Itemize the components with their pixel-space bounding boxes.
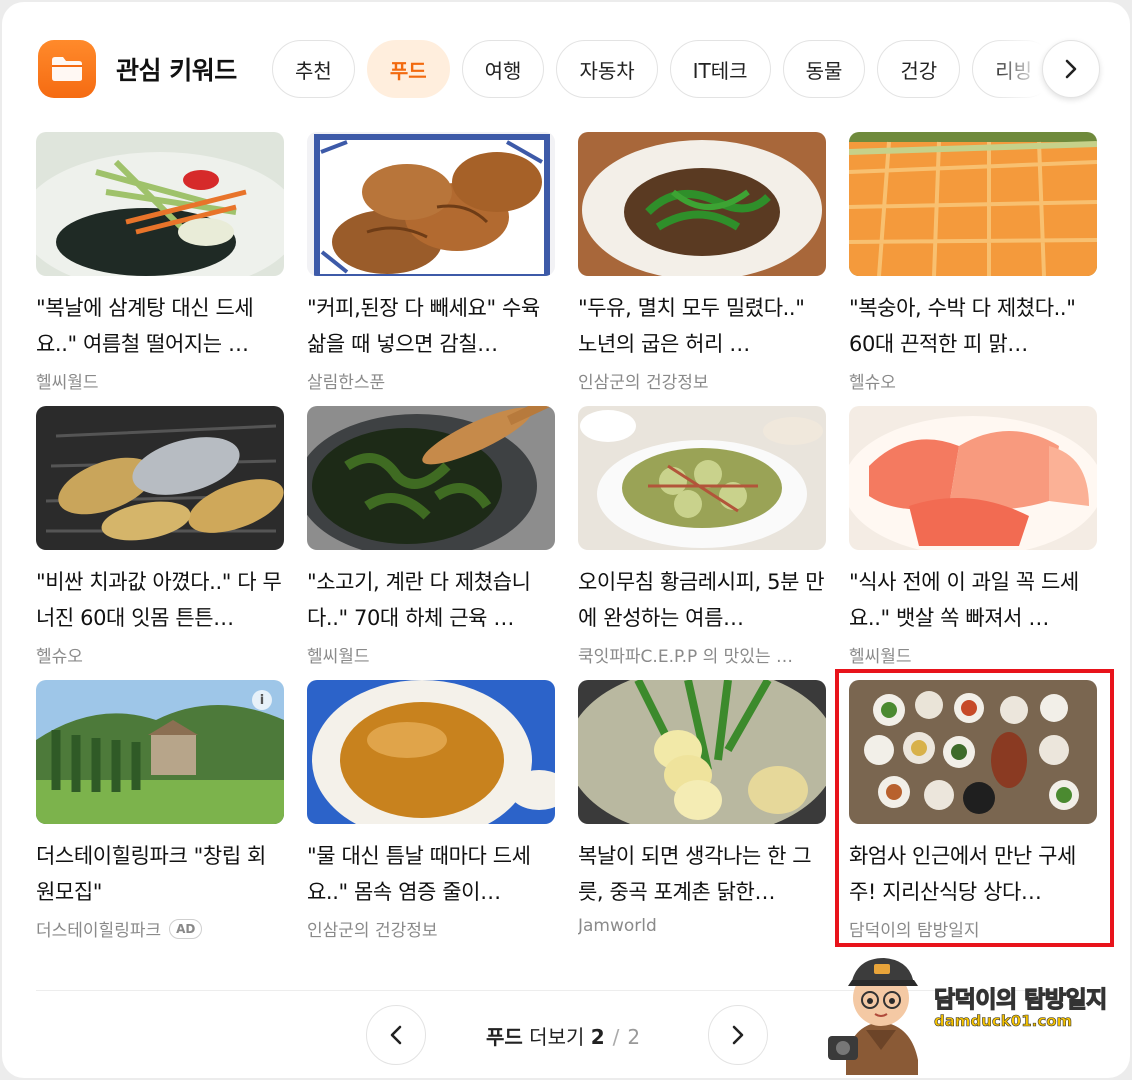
ad-badge: AD (169, 918, 203, 939)
pager-total: 2 (627, 1025, 641, 1049)
tab-health[interactable]: 건강 (877, 40, 961, 98)
article-title[interactable]: 화엄사 인근에서 만난 구세주! 지리산식당 상다… (849, 838, 1097, 910)
watermark-name: 담덕이의 탐방일지 (933, 986, 1107, 1013)
article-card[interactable]: "물 대신 틈날 때마다 드세요.." 몸속 염증 줄이… 인삼군의 건강정보 (307, 680, 555, 941)
article-card[interactable]: "비싼 치과값 아꼈다.." 다 무너진 60대 잇몸 튼튼… 헬슈오 (36, 406, 284, 667)
source-label: Jamworld (578, 916, 657, 936)
source-label: 담덕이의 탐방일지 (849, 921, 980, 941)
source-label: 더스테이힐링파크 (36, 921, 162, 941)
tabs-next-button[interactable] (1042, 40, 1100, 98)
article-source: 헬슈오 (36, 642, 284, 667)
chevron-right-icon (732, 1025, 744, 1045)
source-label: 인삼군의 건강정보 (578, 373, 709, 393)
article-card[interactable]: "커피,된장 다 빼세요" 수육 삶을 때 넣으면 감칠… 살림한스푼 (307, 132, 555, 393)
article-title[interactable]: "물 대신 틈날 때마다 드세요.." 몸속 염증 줄이… (307, 838, 555, 910)
article-thumbnail (307, 406, 555, 550)
pager-more-label: 더보기 (529, 1025, 585, 1049)
article-title[interactable]: "복숭아, 수박 다 제쳤다.." 60대 끈적한 피 맑… (849, 290, 1097, 362)
tab-recommend[interactable]: 추천 (272, 40, 355, 98)
article-thumbnail (849, 132, 1097, 276)
article-card[interactable]: "소고기, 계란 다 제쳤습니다.." 70대 하체 근육 … 헬씨월드 (307, 406, 555, 667)
article-title[interactable]: "복날에 삼계탕 대신 드세요.." 여름철 떨어지는 … (36, 290, 284, 362)
article-title[interactable]: 복날이 되면 생각나는 한 그릇, 중곡 포계촌 닭한… (578, 838, 826, 910)
tab-food[interactable]: 푸드 (366, 40, 450, 98)
article-thumbnail (36, 132, 284, 276)
article-source: 헬씨월드 (307, 642, 555, 667)
article-thumbnail (307, 680, 555, 824)
article-card[interactable]: 복날이 되면 생각나는 한 그릇, 중곡 포계촌 닭한… Jamworld (578, 680, 826, 936)
source-label: 헬씨월드 (36, 373, 99, 393)
next-page-button[interactable] (708, 1005, 768, 1065)
pager-category: 푸드 (486, 1025, 523, 1049)
article-thumbnail (307, 132, 555, 276)
article-thumbnail (36, 406, 284, 550)
article-title[interactable]: "커피,된장 다 빼세요" 수육 삶을 때 넣으면 감칠… (307, 290, 555, 362)
source-label: 헬씨월드 (849, 647, 912, 667)
article-title[interactable]: "식사 전에 이 과일 꼭 드세요.." 뱃살 쏙 빠져서 … (849, 564, 1097, 636)
watermark-url: damduck01.com (934, 1012, 1073, 1031)
mascot-icon (828, 958, 918, 1075)
article-source: 헬슈오 (849, 368, 1097, 393)
source-label: 살림한스푼 (307, 373, 386, 393)
article-title[interactable]: "비싼 치과값 아꼈다.." 다 무너진 60대 잇몸 튼튼… (36, 564, 284, 636)
pager-label[interactable]: 푸드 더보기 2 / 2 (486, 1021, 640, 1050)
article-source: 담덕이의 탐방일지 (849, 916, 1097, 941)
article-card[interactable]: "복날에 삼계탕 대신 드세요.." 여름철 떨어지는 … 헬씨월드 (36, 132, 284, 393)
tab-it-tech[interactable]: IT테크 (669, 40, 771, 98)
article-source: 쿡잇파파C.E.P.P 의 맛있는 … (578, 642, 826, 667)
article-thumbnail (578, 406, 826, 550)
source-label: 헬슈오 (849, 373, 896, 393)
article-thumbnail: i (36, 680, 284, 824)
article-source: 더스테이힐링파크 AD (36, 916, 284, 941)
article-source: 헬씨월드 (36, 368, 284, 393)
article-source: 인삼군의 건강정보 (578, 368, 826, 393)
tab-car[interactable]: 자동차 (556, 40, 658, 98)
article-thumbnail (578, 680, 826, 824)
pager-separator: / (612, 1025, 620, 1049)
article-title[interactable]: 더스테이힐링파크 "창립 회원모집" (36, 838, 284, 910)
prev-page-button[interactable] (366, 1005, 426, 1065)
info-icon[interactable]: i (252, 690, 272, 710)
article-thumbnail (849, 406, 1097, 550)
source-label: 헬슈오 (36, 647, 83, 667)
source-label: 인삼군의 건강정보 (307, 921, 438, 941)
article-card[interactable]: "복숭아, 수박 다 제쳤다.." 60대 끈적한 피 맑… 헬슈오 (849, 132, 1097, 393)
article-title[interactable]: "두유, 멸치 모두 밀렸다.." 노년의 굽은 허리 … (578, 290, 826, 362)
folder-icon (38, 40, 96, 98)
source-label: 쿡잇파파C.E.P.P 의 맛있는 … (578, 647, 794, 667)
article-card[interactable]: 오이무침 황금레시피, 5분 만에 완성하는 여름… 쿡잇파파C.E.P.P 의… (578, 406, 826, 667)
article-source: Jamworld (578, 916, 826, 936)
watermark: 담덕이의 탐방일지 damduck01.com (826, 940, 1126, 1075)
chevron-left-icon (390, 1025, 402, 1045)
article-card[interactable]: "식사 전에 이 과일 꼭 드세요.." 뱃살 쏙 빠져서 … 헬씨월드 (849, 406, 1097, 667)
tab-animal[interactable]: 동물 (782, 40, 866, 98)
ad-card[interactable]: i 더스테이힐링파크 "창립 회원모집" 더스테이힐링파크 AD (36, 680, 284, 941)
article-thumbnail (578, 132, 826, 276)
tab-travel[interactable]: 여행 (461, 40, 545, 98)
article-title[interactable]: "소고기, 계란 다 제쳤습니다.." 70대 하체 근육 … (307, 564, 555, 636)
source-label: 헬씨월드 (307, 647, 370, 667)
section-title: 관심 키워드 (116, 56, 237, 85)
article-source: 헬씨월드 (849, 642, 1097, 667)
chevron-right-icon (1065, 59, 1077, 79)
article-card[interactable]: 화엄사 인근에서 만난 구세주! 지리산식당 상다… 담덕이의 탐방일지 (849, 680, 1097, 941)
panel-header: 관심 키워드 (38, 40, 237, 98)
article-source: 인삼군의 건강정보 (307, 916, 555, 941)
article-source: 살림한스푼 (307, 368, 555, 393)
pager-current: 2 (590, 1025, 605, 1049)
article-thumbnail (849, 680, 1097, 824)
category-tabs: 추천 푸드 여행 자동차 IT테크 동물 건강 리빙 (272, 40, 1102, 98)
article-title[interactable]: 오이무침 황금레시피, 5분 만에 완성하는 여름… (578, 564, 826, 636)
article-card[interactable]: "두유, 멸치 모두 밀렸다.." 노년의 굽은 허리 … 인삼군의 건강정보 (578, 132, 826, 393)
